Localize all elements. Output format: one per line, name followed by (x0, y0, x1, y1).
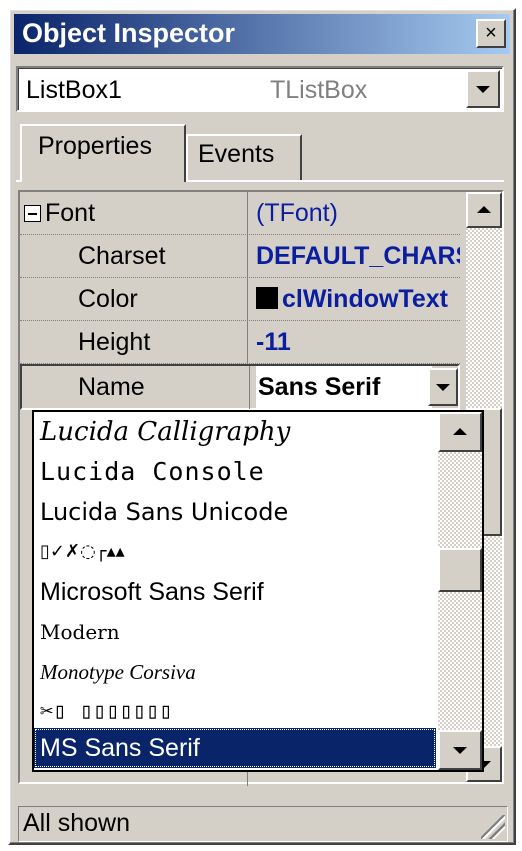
close-button[interactable]: × (476, 19, 506, 48)
property-row-name[interactable]: Name Sans Serif (20, 364, 460, 410)
property-name: Name (22, 366, 250, 409)
list-item[interactable]: Modern (40, 612, 120, 652)
window-title: Object Inspector (22, 18, 236, 48)
scroll-down-button[interactable] (438, 730, 482, 770)
object-selector-combo[interactable]: ListBox1 TListBox (16, 66, 504, 112)
property-name: Font (20, 192, 248, 235)
chevron-down-icon (476, 86, 490, 93)
tab-events[interactable]: Events (186, 134, 302, 180)
chevron-up-icon (477, 206, 491, 213)
list-item[interactable]: Lucida Sans Unicode (40, 492, 288, 532)
property-row-height[interactable]: Height -11 (20, 321, 460, 364)
title-bar[interactable]: Object Inspector × (14, 14, 510, 54)
property-value[interactable]: -11 (256, 321, 460, 364)
object-name: ListBox1 (26, 76, 122, 104)
close-icon: × (485, 22, 497, 44)
property-name: Color (20, 278, 248, 321)
property-row-color[interactable]: Color clWindowText (20, 278, 460, 321)
font-name-dropdown-list[interactable]: Lucida Calligraphy Lucida Console Lucida… (32, 410, 484, 772)
property-row-charset[interactable]: Charset DEFAULT_CHARSET (20, 235, 460, 278)
property-value[interactable]: DEFAULT_CHARSET (256, 235, 460, 278)
property-value[interactable]: (TFont) (256, 192, 460, 235)
property-name: Charset (20, 235, 248, 278)
list-item[interactable]: ✂▯ ▯▯▯▯▯▯▯ (40, 692, 172, 732)
chevron-down-icon (453, 747, 467, 754)
font-list-scrollbar[interactable] (438, 412, 482, 770)
list-item[interactable]: Lucida Console (40, 452, 265, 492)
list-item[interactable]: ▯✓✗◌┌▴▴ (40, 532, 125, 572)
scroll-up-button[interactable] (466, 192, 502, 228)
color-swatch (256, 287, 278, 309)
font-name-dropdown-button[interactable] (428, 368, 458, 406)
property-row-font[interactable]: Font (TFont) (20, 192, 460, 235)
chevron-up-icon (453, 428, 467, 435)
object-selector-dropdown-button[interactable] (466, 70, 500, 108)
status-bar: All shown (18, 806, 508, 842)
status-text: All shown (23, 809, 130, 837)
property-value-editor[interactable]: Sans Serif (256, 366, 432, 409)
chevron-down-icon (436, 384, 450, 391)
list-item[interactable]: Lucida Calligraphy (40, 412, 290, 452)
scroll-thumb[interactable] (438, 548, 482, 592)
object-type: TListBox (270, 76, 368, 104)
property-value[interactable]: clWindowText (256, 278, 460, 321)
object-inspector-window: Object Inspector × ListBox1 TListBox Eve… (8, 8, 516, 845)
tab-properties[interactable]: Properties (20, 124, 186, 182)
list-item[interactable]: Microsoft Sans Serif (40, 572, 264, 612)
list-item-selected[interactable]: MS Sans Serif (34, 728, 436, 768)
property-name: Height (20, 321, 248, 364)
list-item[interactable]: Monotype Corsiva (40, 652, 196, 692)
resize-grip-icon[interactable] (481, 815, 505, 839)
scroll-up-button[interactable] (438, 412, 482, 452)
collapse-icon[interactable] (24, 205, 41, 222)
